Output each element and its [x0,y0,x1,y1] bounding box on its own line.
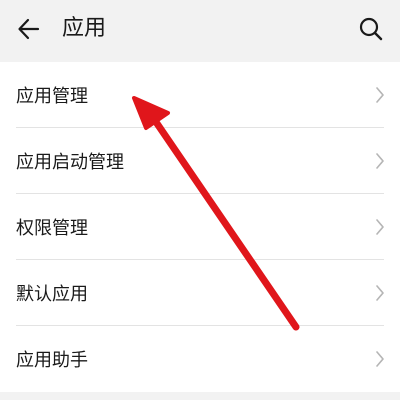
chevron-right-icon [376,87,384,103]
chevron-right-icon [376,219,384,235]
search-icon [359,17,383,41]
list-item-app-launch-management[interactable]: 应用启动管理 [0,128,400,194]
list-item-default-apps[interactable]: 默认应用 [0,260,400,326]
list-item-app-management[interactable]: 应用管理 [0,62,400,128]
list-item-label: 默认应用 [16,284,88,305]
settings-screen: 应用 应用管理 应用启动管理 权限管理 默认应用 应用助手 [0,0,400,400]
list-item-app-assistant[interactable]: 应用助手 [0,326,400,392]
list-item-label: 权限管理 [16,218,88,239]
chevron-right-icon [376,153,384,169]
chevron-right-icon [376,351,384,367]
arrow-left-icon [18,18,40,40]
list-item-label: 应用启动管理 [16,152,124,173]
settings-list: 应用管理 应用启动管理 权限管理 默认应用 应用助手 [0,62,400,392]
chevron-right-icon [376,285,384,301]
search-button[interactable] [354,12,388,46]
top-app-bar: 应用 [0,0,400,58]
back-button[interactable] [12,12,46,46]
page-title: 应用 [62,16,107,41]
list-item-label: 应用助手 [16,350,88,371]
list-item-permission-management[interactable]: 权限管理 [0,194,400,260]
list-item-label: 应用管理 [16,86,88,107]
